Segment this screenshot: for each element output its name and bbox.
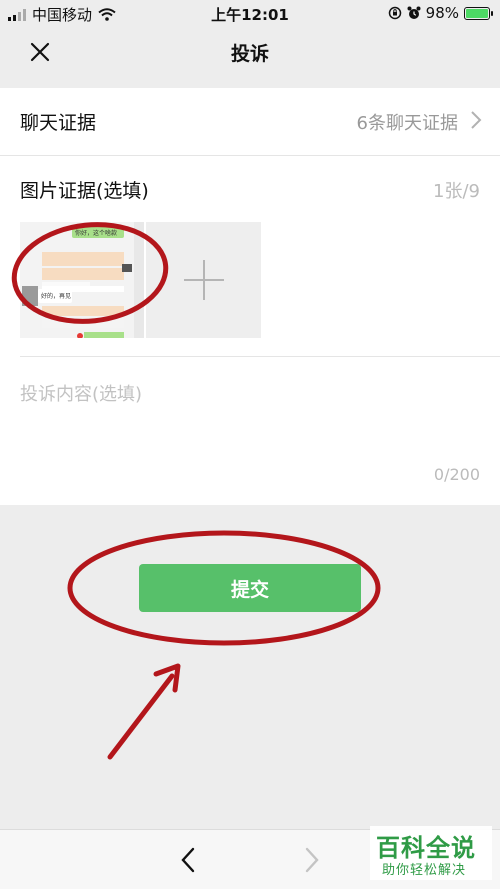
chat-evidence-label: 聊天证据 <box>20 112 97 134</box>
watermark-subtitle: 助你轻松解决 <box>382 863 467 878</box>
chat-evidence-row[interactable]: 聊天证据 6条聊天证据 <box>0 88 500 156</box>
submit-button[interactable]: 提交 <box>139 564 361 612</box>
back-button[interactable] <box>176 846 202 874</box>
chevron-left-icon <box>181 847 195 873</box>
chat-screenshot-image: 你好，这个啥款 好的，再见 <box>20 222 144 338</box>
status-right: 98% <box>388 4 493 22</box>
add-image-button[interactable] <box>146 222 261 338</box>
alarm-icon <box>407 6 421 19</box>
lock-rotation-icon <box>388 6 401 20</box>
forward-button[interactable] <box>298 846 324 874</box>
evidence-image-thumbnail[interactable]: 你好，这个啥款 好的，再见 <box>20 222 144 338</box>
watermark-title: 百科全说 <box>376 834 476 862</box>
chat-bubble-text-1: 你好，这个啥款 <box>75 229 117 237</box>
status-bar: 中国移动 上午12:01 98% <box>0 0 500 26</box>
image-count: 1张/9 <box>433 181 480 202</box>
complaint-content-input[interactable]: 投诉内容(选填) <box>20 380 142 406</box>
character-counter: 0/200 <box>433 465 480 484</box>
plus-icon <box>183 260 224 300</box>
image-evidence-label: 图片证据(选填) <box>20 180 149 202</box>
watermark: 百科全说 助你轻松解决 <box>370 826 492 880</box>
battery-icon <box>464 6 493 20</box>
nav-bar: 投诉 <box>0 26 500 86</box>
complaint-form: 聊天证据 6条聊天证据 图片证据(选填) 1张/9 你好，这个啥款 好的，再见 <box>0 88 500 505</box>
divider <box>20 356 500 357</box>
chat-evidence-value: 6条聊天证据 <box>356 113 458 134</box>
chevron-right-icon <box>471 111 482 129</box>
page-title: 投诉 <box>230 43 269 65</box>
chat-bubble-text-2: 好的，再见 <box>41 292 71 300</box>
annotation-arrowhead <box>153 663 181 693</box>
battery-percent: 98% <box>425 4 459 22</box>
chevron-right-icon <box>305 847 319 873</box>
annotation-arrow <box>107 673 175 760</box>
